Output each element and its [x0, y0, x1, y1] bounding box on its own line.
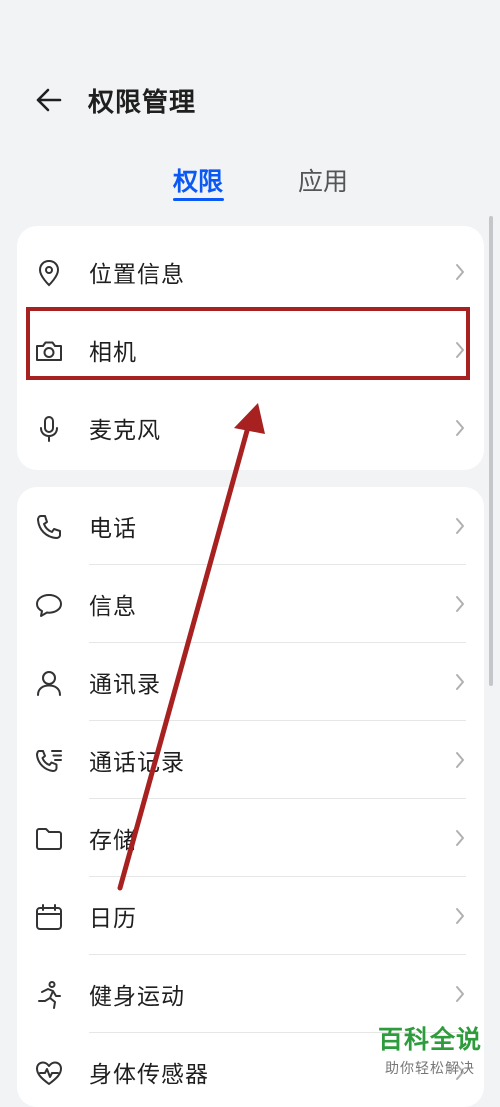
- permission-item-call-log[interactable]: 通话记录: [17, 721, 484, 799]
- chevron-right-icon: [456, 830, 464, 846]
- arrow-left-icon: [36, 88, 62, 112]
- permission-label: 健身运动: [89, 984, 185, 1010]
- permission-item-storage[interactable]: 存储: [17, 799, 484, 877]
- permission-label: 电话: [89, 516, 137, 542]
- page-title: 权限管理: [88, 88, 197, 118]
- permission-item-calendar[interactable]: 日历: [17, 877, 484, 955]
- calendar-icon: [36, 904, 62, 930]
- watermark-subtitle: 助你轻松解决: [385, 1061, 475, 1077]
- contacts-icon: [37, 671, 61, 696]
- phone-icon: [37, 515, 61, 539]
- folder-icon: [36, 828, 62, 850]
- chevron-right-icon: [456, 264, 464, 280]
- chevron-right-icon: [456, 986, 464, 1002]
- chevron-right-icon: [456, 752, 464, 768]
- watermark-title: 百科全说: [377, 1025, 482, 1054]
- tab-permissions[interactable]: 权限: [173, 162, 223, 198]
- permission-label: 麦克风: [89, 418, 161, 444]
- permission-item-location[interactable]: 位置信息: [17, 233, 484, 311]
- scrollbar[interactable]: [489, 216, 493, 686]
- permission-label: 位置信息: [89, 262, 185, 288]
- tab-apps[interactable]: 应用: [298, 162, 348, 198]
- permission-label: 日历: [89, 906, 137, 932]
- header: 权限管理: [0, 76, 500, 124]
- permission-item-microphone[interactable]: 麦克风: [17, 389, 484, 467]
- microphone-icon: [40, 416, 58, 442]
- permission-item-contacts[interactable]: 通讯录: [17, 643, 484, 721]
- location-pin-icon: [38, 259, 60, 287]
- permission-label: 通讯录: [89, 672, 161, 698]
- tab-bar: 权限 应用: [0, 158, 500, 208]
- running-icon: [38, 981, 61, 1009]
- chevron-right-icon: [456, 518, 464, 534]
- permission-item-messages[interactable]: 信息: [17, 565, 484, 643]
- message-icon: [36, 594, 62, 617]
- active-tab-indicator: [173, 198, 224, 201]
- permission-label: 信息: [89, 594, 137, 620]
- permission-item-phone[interactable]: 电话: [17, 487, 484, 565]
- watermark: 百科全说 助你轻松解决: [368, 1020, 492, 1078]
- chevron-right-icon: [456, 420, 464, 436]
- permission-label: 身体传感器: [89, 1062, 209, 1088]
- chevron-right-icon: [456, 674, 464, 690]
- back-button[interactable]: [30, 84, 70, 116]
- permission-group-data: 电话 信息 通讯录 通话记录 存储 日历 健身运动 身体传感器: [17, 487, 484, 1107]
- highlight-box: [26, 307, 470, 380]
- chevron-right-icon: [456, 908, 464, 924]
- heart-rate-icon: [36, 1061, 62, 1085]
- call-log-icon: [36, 750, 62, 772]
- permission-label: 通话记录: [89, 750, 185, 776]
- chevron-right-icon: [456, 596, 464, 612]
- permission-label: 存储: [89, 828, 137, 854]
